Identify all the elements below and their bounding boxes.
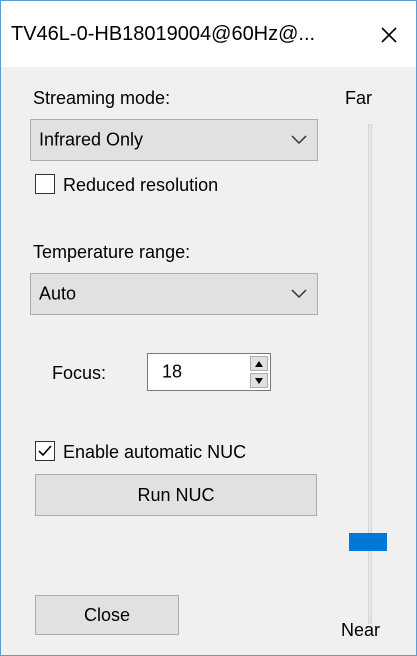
dialog-body: Streaming mode: Infrared Only Reduced re… — [1, 67, 416, 655]
arrow-up-icon — [255, 360, 263, 367]
chevron-down-icon — [291, 289, 307, 299]
streaming-mode-value: Infrared Only — [39, 129, 144, 150]
window-title: TV46L-0-HB18019004@60Hz@... — [11, 23, 316, 45]
focus-value[interactable]: 18 — [162, 362, 182, 383]
reduced-resolution-label[interactable]: Reduced resolution — [63, 175, 218, 196]
slider-near-label: Near — [341, 620, 381, 640]
close-button[interactable]: Close — [35, 595, 179, 635]
temperature-range-value: Auto — [39, 283, 77, 304]
temperature-range-label: Temperature range: — [33, 242, 191, 262]
stepper-up-button[interactable] — [250, 356, 268, 371]
reduced-resolution-checkbox[interactable] — [35, 174, 55, 194]
temperature-range-dropdown[interactable]: Auto — [30, 273, 318, 315]
stepper-down-button[interactable] — [250, 373, 268, 388]
streaming-mode-label: Streaming mode: — [33, 88, 171, 108]
arrow-down-icon — [255, 377, 263, 384]
chevron-down-icon — [291, 135, 307, 145]
title-bar[interactable]: TV46L-0-HB18019004@60Hz@... — [1, 1, 416, 67]
run-nuc-button[interactable]: Run NUC — [35, 474, 317, 516]
auto-nuc-label[interactable]: Enable automatic NUC — [63, 442, 246, 463]
dialog-window: TV46L-0-HB18019004@60Hz@... Streaming mo… — [0, 0, 417, 656]
focus-stepper[interactable]: 18 — [147, 353, 271, 391]
checkmark-icon — [38, 445, 52, 457]
focus-slider-thumb[interactable] — [349, 533, 387, 551]
streaming-mode-dropdown[interactable]: Infrared Only — [30, 119, 318, 161]
slider-far-label: Far — [345, 88, 372, 108]
focus-label: Focus: — [52, 363, 107, 383]
auto-nuc-checkbox[interactable] — [35, 441, 55, 461]
focus-stepper-buttons — [250, 356, 268, 388]
close-icon[interactable] — [369, 15, 409, 55]
